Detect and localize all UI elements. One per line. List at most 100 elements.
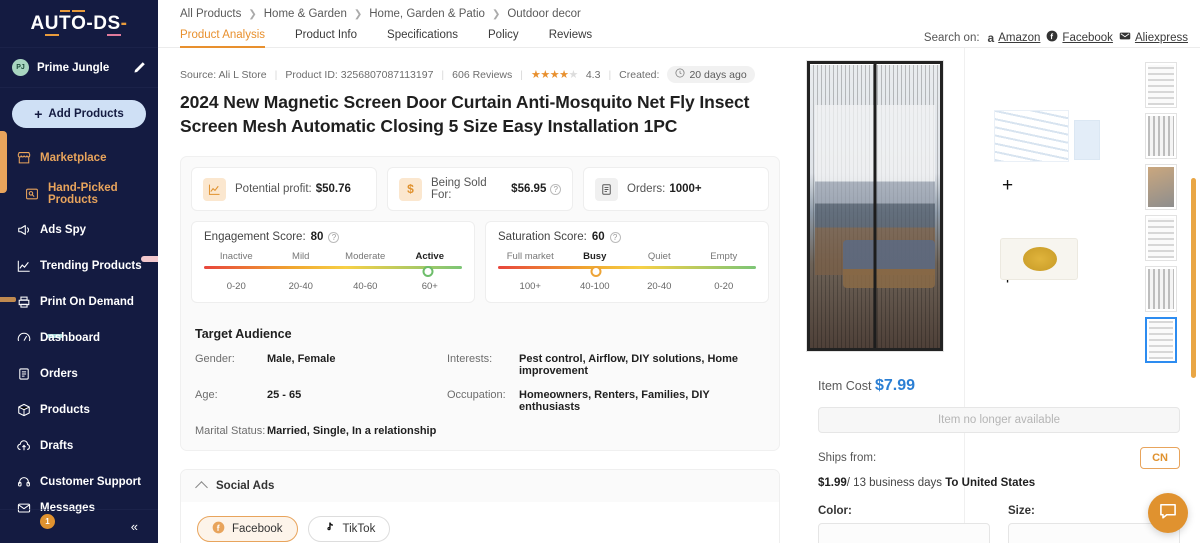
thumbnail-5[interactable]: [1145, 317, 1177, 363]
product-gallery: + +: [798, 48, 1200, 378]
chevron-up-icon: [195, 481, 208, 495]
created-value: 20 days ago: [689, 68, 747, 81]
stat-value: $56.95: [511, 183, 547, 196]
shipping-days: / 13 business days: [846, 477, 943, 489]
product-main-image[interactable]: [806, 60, 944, 352]
ships-from-row: Ships from: CN: [818, 447, 1180, 469]
sidebar-item-hand-picked-products[interactable]: Hand-Picked Products: [0, 176, 158, 212]
saturation-knob[interactable]: [590, 266, 602, 278]
platform-pill-facebook[interactable]: Facebook: [197, 516, 298, 543]
sidebar: AUTO-DS- PJ Prime Jungle + Add Products …: [0, 0, 158, 543]
pencil-icon[interactable]: [133, 61, 146, 74]
sidebar-item-label: Products: [40, 404, 90, 416]
store-selector[interactable]: PJ Prime Jungle: [0, 48, 158, 88]
sidebar-item-marketplace[interactable]: Marketplace: [0, 140, 158, 176]
gallery-scrollbar[interactable]: [1191, 178, 1196, 378]
ships-from-country-chip[interactable]: CN: [1140, 447, 1180, 469]
breadcrumb: All Products ❯ Home & Garden ❯ Home, Gar…: [158, 0, 1200, 20]
thumbnail-image: [1149, 321, 1173, 359]
audience-label: Occupation:: [447, 389, 506, 402]
sidebar-item-customer-support[interactable]: Customer Support: [0, 464, 158, 500]
scale-range: 60+: [421, 281, 438, 293]
thumbnail-strip: [1145, 60, 1181, 363]
product-meta-row: Source: Ali L Store | Product ID: 325680…: [158, 48, 798, 83]
gradient-bar: [498, 266, 756, 270]
page-title: 2024 New Magnetic Screen Door Curtain An…: [180, 92, 750, 136]
scale-range: 40-100: [579, 281, 610, 293]
sidebar-collapse-button[interactable]: «: [0, 509, 158, 543]
product-source: Source: Ali L Store: [180, 68, 267, 81]
audience-value: Pest control, Airflow, DIY solutions, Ho…: [519, 353, 739, 378]
tab-product-info[interactable]: Product Info: [295, 25, 373, 48]
search-link-facebook[interactable]: Facebook: [1046, 30, 1113, 45]
thumbnail-3[interactable]: [1145, 215, 1177, 261]
platform-label: Facebook: [232, 523, 283, 536]
breadcrumb-item-0[interactable]: All Products: [180, 8, 241, 20]
platform-pill-tiktok[interactable]: TikTok: [307, 516, 391, 543]
clock-icon: [675, 68, 685, 81]
social-ads-header[interactable]: Social Ads: [181, 470, 779, 503]
breadcrumb-item-1[interactable]: Home & Garden: [264, 8, 347, 20]
sidebar-item-orders[interactable]: Orders: [0, 356, 158, 392]
sidebar-item-label: Hand-Picked Products: [48, 182, 118, 206]
breadcrumb-item-3[interactable]: Outdoor decor: [507, 8, 581, 20]
saturation-score-card: Saturation Score: 60 ? Full market Busy …: [485, 221, 769, 304]
audience-label: Age:: [195, 389, 218, 402]
thumbnail-2[interactable]: [1145, 164, 1177, 210]
breadcrumb-separator: ❯: [491, 8, 501, 20]
scale-label-current: Busy: [583, 251, 607, 263]
created-label: Created:: [619, 68, 660, 81]
scale-label: Mild: [292, 251, 310, 263]
help-icon[interactable]: ?: [609, 231, 621, 243]
sidebar-item-trending-products[interactable]: Trending Products: [0, 248, 158, 284]
sidebar-item-drafts[interactable]: Drafts: [0, 428, 158, 464]
thumbnail-4[interactable]: [1145, 266, 1177, 312]
help-icon[interactable]: ?: [550, 183, 561, 195]
pins-bag-graphic: [1000, 238, 1078, 280]
logo-container[interactable]: AUTO-DS-: [0, 0, 158, 48]
platform-pills: Facebook TikTok: [197, 516, 763, 543]
item-cost-row: Item Cost $7.99: [818, 377, 1180, 395]
autods-logo: AUTO-DS-: [30, 12, 128, 36]
tab-specifications[interactable]: Specifications: [387, 25, 474, 48]
add-products-button[interactable]: + Add Products: [12, 100, 146, 128]
tab-policy[interactable]: Policy: [488, 25, 535, 48]
social-ads-section: Social Ads Facebook TikTok: [180, 469, 780, 543]
breadcrumb-item-2[interactable]: Home, Garden & Patio: [369, 8, 485, 20]
content-area: Source: Ali L Store | Product ID: 325680…: [158, 48, 1200, 543]
sidebar-item-products[interactable]: Products: [0, 392, 158, 428]
sidebar-item-ads-spy[interactable]: Ads Spy: [0, 212, 158, 248]
stat-text: Being Sold For: $56.95 ?: [431, 177, 561, 201]
hand-picked-icon: [24, 187, 39, 202]
help-icon[interactable]: ?: [328, 231, 340, 243]
stat-card-being-sold-for: $ Being Sold For: $56.95 ?: [387, 167, 573, 212]
engagement-knob[interactable]: [422, 266, 434, 278]
search-link-amazon[interactable]: a Amazon: [988, 31, 1041, 45]
chat-button[interactable]: [1148, 493, 1188, 533]
box-icon: [16, 403, 31, 418]
search-link-aliexpress[interactable]: Aliexpress: [1119, 30, 1188, 45]
product-purchase-column: + +: [798, 48, 1200, 543]
color-select[interactable]: [818, 523, 990, 543]
stat-value: 1000+: [669, 183, 702, 196]
thumbnail-1[interactable]: [1145, 113, 1177, 159]
audience-label: Marital Status:: [195, 425, 266, 438]
score-value: 60: [591, 231, 605, 244]
tab-reviews[interactable]: Reviews: [549, 25, 608, 48]
tab-product-analysis[interactable]: Product Analysis: [180, 25, 281, 48]
sidebar-item-print-on-demand[interactable]: Print On Demand: [0, 284, 158, 320]
scale-range: 20-40: [288, 281, 313, 293]
gauge-icon: [16, 331, 31, 346]
target-audience-grid: Gender: Male, Female Interests: Pest con…: [195, 353, 765, 437]
scale-range: 0-20: [714, 281, 734, 293]
score-value: 80: [310, 231, 324, 244]
scale-range: 100+: [519, 281, 541, 293]
thumbnail-image: [1148, 65, 1174, 105]
stat-text: Orders: 1000+: [627, 183, 702, 195]
thumbnail-0[interactable]: [1145, 62, 1177, 108]
analysis-panel: Potential profit: $50.76 $ Being Sold Fo…: [180, 156, 780, 452]
scale-label: Full market: [506, 251, 554, 263]
amazon-icon: a: [987, 30, 995, 45]
sidebar-item-dashboard[interactable]: Dashboard: [0, 320, 158, 356]
store-icon: [16, 151, 31, 166]
